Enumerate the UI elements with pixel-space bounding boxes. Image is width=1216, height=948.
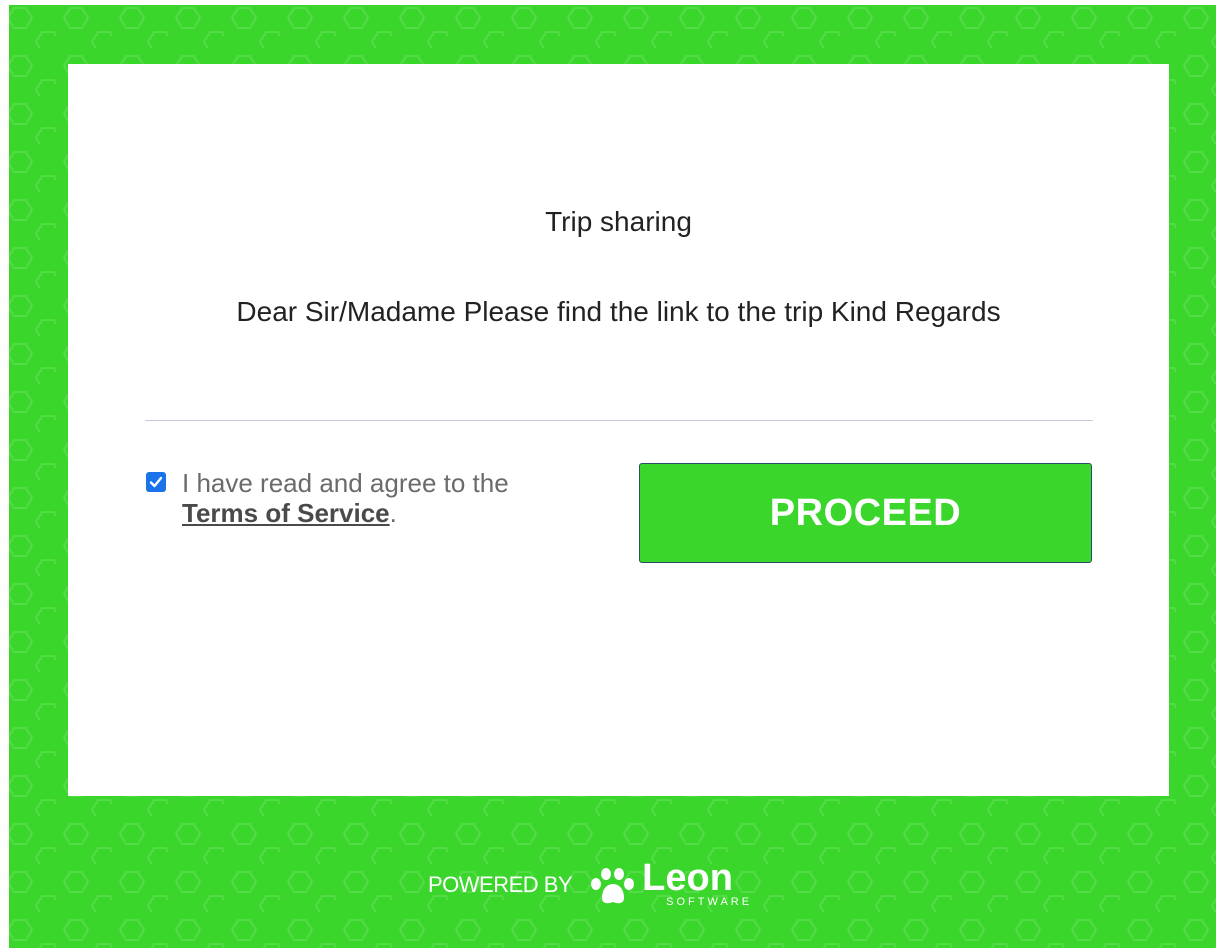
trip-share-card: Trip sharing Dear Sir/Madame Please find… <box>68 64 1169 796</box>
terms-label: I have read and agree to the Terms of Se… <box>182 468 509 528</box>
terms-checkbox[interactable] <box>146 472 166 492</box>
share-message: Dear Sir/Madame Please find the link to … <box>236 296 1001 327</box>
leon-software-logo: Leon SOFTWARE <box>642 857 753 909</box>
powered-by-footer: POWERED BY Leon SOFTWARE <box>428 855 752 915</box>
terms-agreement: I have read and agree to the Terms of Se… <box>146 468 606 528</box>
divider <box>145 420 1093 421</box>
checkmark-icon <box>149 476 163 488</box>
powered-by-label: POWERED BY <box>428 872 573 897</box>
brand-name: Leon <box>642 857 733 899</box>
brand-sub: SOFTWARE <box>666 896 753 908</box>
terms-text-before: I have read and agree to the <box>182 468 509 498</box>
terms-of-service-link[interactable]: Terms of Service <box>182 498 390 528</box>
top-edge <box>0 0 1216 5</box>
paw-icon <box>591 868 635 904</box>
left-edge <box>0 0 9 948</box>
proceed-button[interactable]: PROCEED <box>639 463 1092 563</box>
terms-text-after: . <box>389 498 397 528</box>
page-title: Trip sharing <box>545 206 692 237</box>
